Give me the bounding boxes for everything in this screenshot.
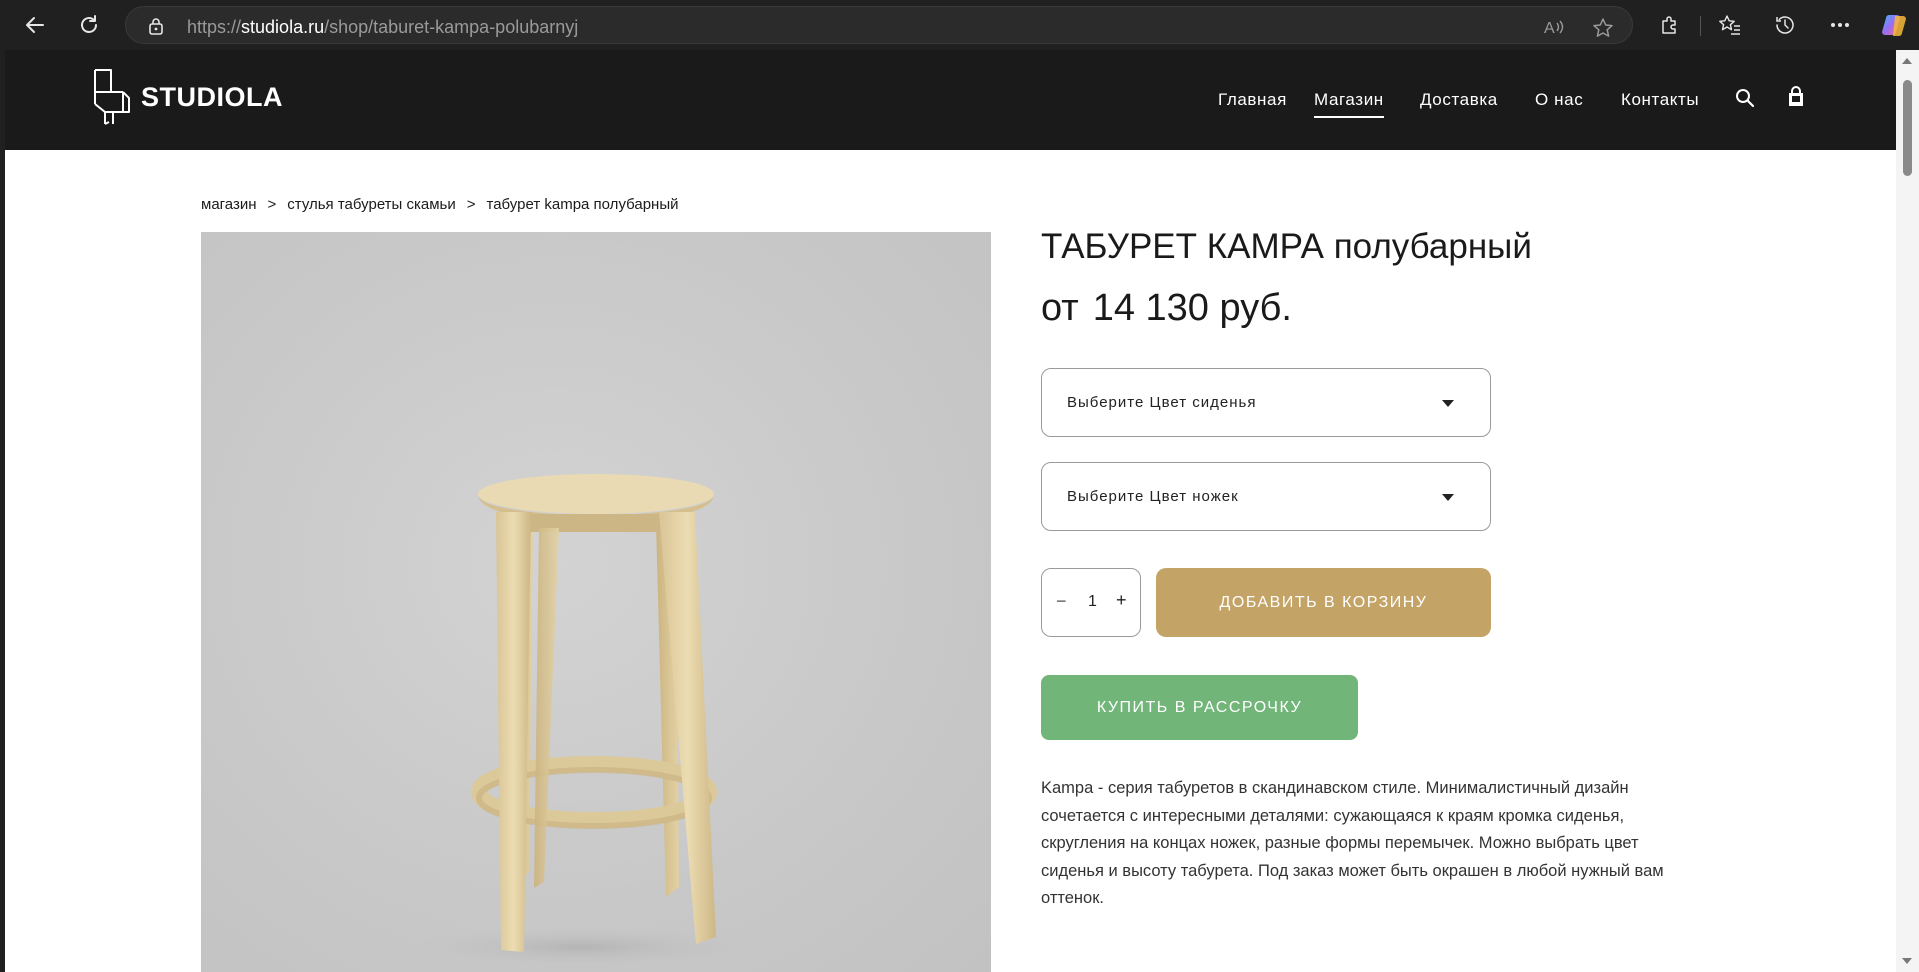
- page-viewport: STUDIOLA Главная Магазин Доставка О нас …: [5, 50, 1896, 972]
- url-text[interactable]: https://studiola.ru/shop/taburet-kampa-p…: [187, 17, 578, 38]
- lock-icon[interactable]: [148, 17, 164, 35]
- breadcrumb: магазин > стулья табуреты скамьи > табурет k…: [201, 196, 678, 213]
- history-icon: [1776, 16, 1794, 34]
- puzzle-icon: [1662, 16, 1676, 34]
- logo-text: STUDIOLA: [141, 81, 283, 112]
- quantity-stepper: − 1 +: [1041, 568, 1141, 637]
- scroll-up-arrow-icon[interactable]: [1902, 58, 1912, 64]
- search-icon[interactable]: [1735, 88, 1755, 108]
- page-scrollbar[interactable]: [1896, 50, 1919, 972]
- reload-button[interactable]: [73, 9, 105, 41]
- seat-color-select[interactable]: Выберите Цвет сиденья: [1041, 368, 1491, 437]
- back-button[interactable]: [19, 9, 51, 41]
- cart-bag-icon[interactable]: [1787, 86, 1805, 108]
- qty-decrease-button[interactable]: −: [1056, 591, 1067, 612]
- leg-color-select-label: Выберите Цвет ножек: [1067, 488, 1239, 505]
- menu-item-shop[interactable]: Магазин: [1314, 90, 1384, 118]
- scrollbar-thumb[interactable]: [1903, 80, 1912, 176]
- menu-item-home[interactable]: Главная: [1218, 90, 1287, 110]
- copilot-button[interactable]: [1879, 10, 1909, 40]
- scroll-down-arrow-icon[interactable]: [1902, 958, 1912, 964]
- more-menu-button[interactable]: [1825, 10, 1855, 40]
- leg-color-select[interactable]: Выберите Цвет ножек: [1041, 462, 1491, 531]
- favorites-list-icon: [1719, 15, 1740, 35]
- breadcrumb-item-category[interactable]: стулья табуреты скамьи: [287, 196, 455, 213]
- quantity-input[interactable]: 1: [1088, 593, 1097, 611]
- chevron-down-icon: [1442, 400, 1454, 407]
- ellipsis-icon: [1831, 23, 1849, 27]
- price-prefix: от: [1041, 287, 1079, 329]
- price-amount: 14 130 руб.: [1092, 287, 1292, 329]
- toolbar-separator: [1700, 16, 1701, 36]
- breadcrumb-item-current: табурет kampa полубарный: [486, 196, 679, 213]
- menu-item-about[interactable]: О нас: [1535, 90, 1583, 110]
- chevron-down-icon: [1442, 494, 1454, 501]
- menu-item-contacts[interactable]: Контакты: [1621, 90, 1699, 110]
- breadcrumb-separator: >: [267, 196, 277, 213]
- browser-toolbar: https://studiola.ru/shop/taburet-kampa-p…: [0, 0, 1919, 50]
- extensions-button[interactable]: [1655, 10, 1685, 40]
- breadcrumb-separator: >: [466, 196, 476, 213]
- history-button[interactable]: [1770, 10, 1800, 40]
- copilot-icon: [1882, 15, 1906, 36]
- breadcrumb-item-shop[interactable]: магазин: [201, 196, 257, 213]
- menu-item-delivery[interactable]: Доставка: [1420, 90, 1498, 110]
- buy-in-installments-button[interactable]: КУПИТЬ В РАССРОЧКУ: [1041, 675, 1358, 740]
- stool-illustration: [391, 474, 771, 969]
- product-title: ТАБУРЕТ КАМРА полубарный: [1041, 227, 1532, 266]
- product-description: Kampa - серия табуретов в скандинавском …: [1041, 779, 1664, 907]
- read-aloud-icon[interactable]: A: [1544, 17, 1566, 37]
- site-logo[interactable]: STUDIOLA: [89, 68, 283, 126]
- back-arrow-icon: [26, 17, 44, 33]
- favorite-star-icon[interactable]: [1592, 17, 1614, 39]
- chair-logo-icon: [94, 69, 130, 125]
- seat-color-select-label: Выберите Цвет сиденья: [1067, 394, 1257, 411]
- site-header: STUDIOLA Главная Магазин Доставка О нас …: [5, 50, 1896, 150]
- product-image[interactable]: [201, 232, 991, 972]
- qty-increase-button[interactable]: +: [1116, 590, 1127, 611]
- favorites-button[interactable]: [1715, 10, 1745, 40]
- add-to-cart-button[interactable]: ДОБАВИТЬ В КОРЗИНУ: [1156, 568, 1491, 637]
- svg-text:A: A: [1544, 20, 1555, 37]
- address-bar[interactable]: https://studiola.ru/shop/taburet-kampa-p…: [125, 6, 1633, 44]
- product-price: от 14 130 руб.: [1041, 287, 1292, 330]
- reload-icon: [81, 15, 97, 33]
